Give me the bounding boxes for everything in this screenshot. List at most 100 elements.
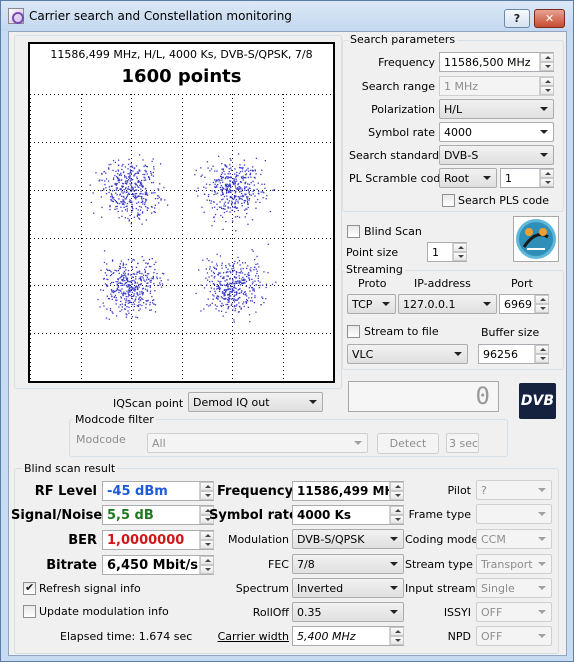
stream-to-file-checkbox[interactable] (347, 325, 360, 338)
update-modulation-label: Update modulation info (39, 605, 169, 618)
constellation-header: 11586,499 MHz, H/L, 4000 Ks, DVB-S/QPSK,… (50, 48, 313, 61)
dvb-logo: DVB (519, 383, 556, 419)
stream-type-select[interactable]: Transport (476, 554, 552, 574)
search-pls-label: Search PLS code (458, 194, 550, 207)
chevron-down-icon (538, 512, 546, 516)
frequency-input[interactable]: 11586,500 MHz (439, 52, 554, 72)
port-spinner[interactable] (534, 295, 549, 313)
constellation-canvas (30, 94, 333, 381)
elapsed-time: Elapsed time: 1.674 sec (60, 630, 193, 643)
modulation-select[interactable]: DVB-S/QPSK (292, 529, 404, 549)
search-range-spinner[interactable] (539, 77, 554, 95)
issyi-select[interactable]: OFF (476, 602, 552, 622)
chevron-down-icon (390, 586, 398, 590)
chevron-down-icon (538, 488, 546, 492)
coding-mode-value: CCM (481, 533, 506, 546)
frame-type-select[interactable] (476, 504, 552, 524)
input-stream-value: Single (481, 582, 515, 595)
input-stream-select[interactable]: Single (476, 578, 552, 598)
refresh-signal-label: Refresh signal info (39, 582, 141, 595)
ip-address-value: 127.0.0.1 (403, 298, 456, 311)
carrier-width-link[interactable]: Carrier width (209, 630, 289, 643)
frequency-spinner[interactable] (539, 53, 554, 71)
segment-display: 0 (348, 381, 499, 412)
search-range-label: Search range (361, 80, 435, 93)
update-modulation-checkbox[interactable] (23, 605, 36, 618)
ip-address-select[interactable]: 127.0.0.1 (398, 294, 497, 314)
stream-type-label: Stream type (405, 558, 473, 571)
carrier-width-spinner[interactable] (389, 627, 404, 645)
polarization-select[interactable]: H/L (439, 99, 554, 119)
result-frequency-label: Frequency (217, 484, 294, 499)
result-frequency-spinner[interactable] (389, 482, 404, 500)
proto-select[interactable]: TCP (347, 294, 396, 314)
result-symbol-rate-spinner[interactable] (389, 506, 404, 524)
streaming-label: Streaming (344, 263, 405, 276)
fec-label: FEC (268, 558, 289, 571)
rf-level-spinner[interactable] (199, 482, 214, 500)
window-title: Carrier search and Constellation monitor… (29, 9, 292, 23)
app-window: Carrier search and Constellation monitor… (0, 0, 574, 662)
ber-label: BER (68, 533, 97, 548)
search-pls-checkbox[interactable] (442, 194, 455, 207)
dialog-body: 11586,499 MHz, H/L, 4000 Ks, DVB-S/QPSK,… (8, 31, 567, 656)
proto-label: Proto (358, 277, 387, 290)
satellite-logo[interactable] (513, 216, 559, 262)
pilot-select[interactable]: ? (476, 480, 552, 500)
npd-select[interactable]: OFF (476, 626, 552, 646)
point-size-spinner[interactable] (452, 243, 467, 261)
spectrum-value: Inverted (297, 582, 344, 595)
modcode-label: Modcode (76, 433, 126, 446)
coding-mode-select[interactable]: CCM (476, 529, 552, 549)
npd-label: NPD (447, 630, 471, 643)
search-standard-label: Search standard (349, 149, 440, 162)
satellite-dish-icon (516, 219, 556, 259)
chevron-down-icon (390, 562, 398, 566)
issyi-value: OFF (481, 606, 503, 619)
rolloff-select[interactable]: 0.35 (292, 602, 404, 622)
chevron-down-icon (538, 562, 546, 566)
pl-scramble-spinner[interactable] (539, 169, 554, 187)
detect-timeout-value: 3 sec (449, 437, 479, 450)
bitrate-value: 6,450 Mbit/s (102, 555, 214, 575)
stream-to-file-label: Stream to file (364, 325, 439, 338)
spectrum-label: Spectrum (235, 582, 289, 595)
close-button[interactable]: ✕ (534, 9, 565, 28)
help-button[interactable]: ? (504, 9, 530, 28)
polarization-label: Polarization (371, 103, 435, 116)
rolloff-value: 0.35 (297, 606, 322, 619)
proto-value: TCP (352, 298, 373, 311)
title-bar[interactable]: Carrier search and Constellation monitor… (1, 1, 573, 31)
buffer-size-spinner[interactable] (534, 345, 549, 363)
spectrum-select[interactable]: Inverted (292, 578, 404, 598)
search-standard-select[interactable]: DVB-S (439, 145, 554, 165)
blind-scan-checkbox[interactable] (347, 225, 360, 238)
symbol-rate-label: Symbol rate (368, 126, 435, 139)
buffer-size-label: Buffer size (481, 326, 540, 339)
rf-level-label: RF Level (34, 484, 97, 499)
player-select[interactable]: VLC (347, 344, 468, 364)
fec-select[interactable]: 7/8 (292, 554, 404, 574)
search-range-input[interactable]: 1 MHz (439, 76, 554, 96)
chevron-down-icon (390, 610, 398, 614)
symbol-rate-select[interactable]: 4000 (439, 122, 554, 142)
fec-value: 7/8 (297, 558, 315, 571)
refresh-signal-checkbox[interactable] (23, 581, 36, 595)
chevron-down-icon (540, 130, 548, 134)
frame-type-label: Frame type (408, 508, 471, 521)
chevron-down-icon (483, 302, 491, 306)
modcode-select[interactable]: All (147, 433, 368, 453)
result-symbol-rate-label: Symbol rate (209, 508, 298, 523)
ip-address-label: IP-address (414, 277, 471, 290)
detect-button[interactable]: Detect (377, 433, 439, 454)
rf-level-value: -45 dBm (102, 481, 214, 501)
point-size-label: Point size (346, 246, 399, 259)
pl-scramble-mode-select[interactable]: Root (439, 168, 497, 188)
polarization-value: H/L (444, 103, 463, 116)
player-value: VLC (352, 348, 374, 361)
detect-timeout-select[interactable]: 3 sec (446, 433, 479, 453)
npd-value: OFF (481, 630, 503, 643)
app-icon (8, 8, 24, 24)
iq-scan-point-select[interactable]: Demod IQ out (188, 392, 323, 412)
carrier-width-value: 5,400 MHz (292, 626, 404, 646)
